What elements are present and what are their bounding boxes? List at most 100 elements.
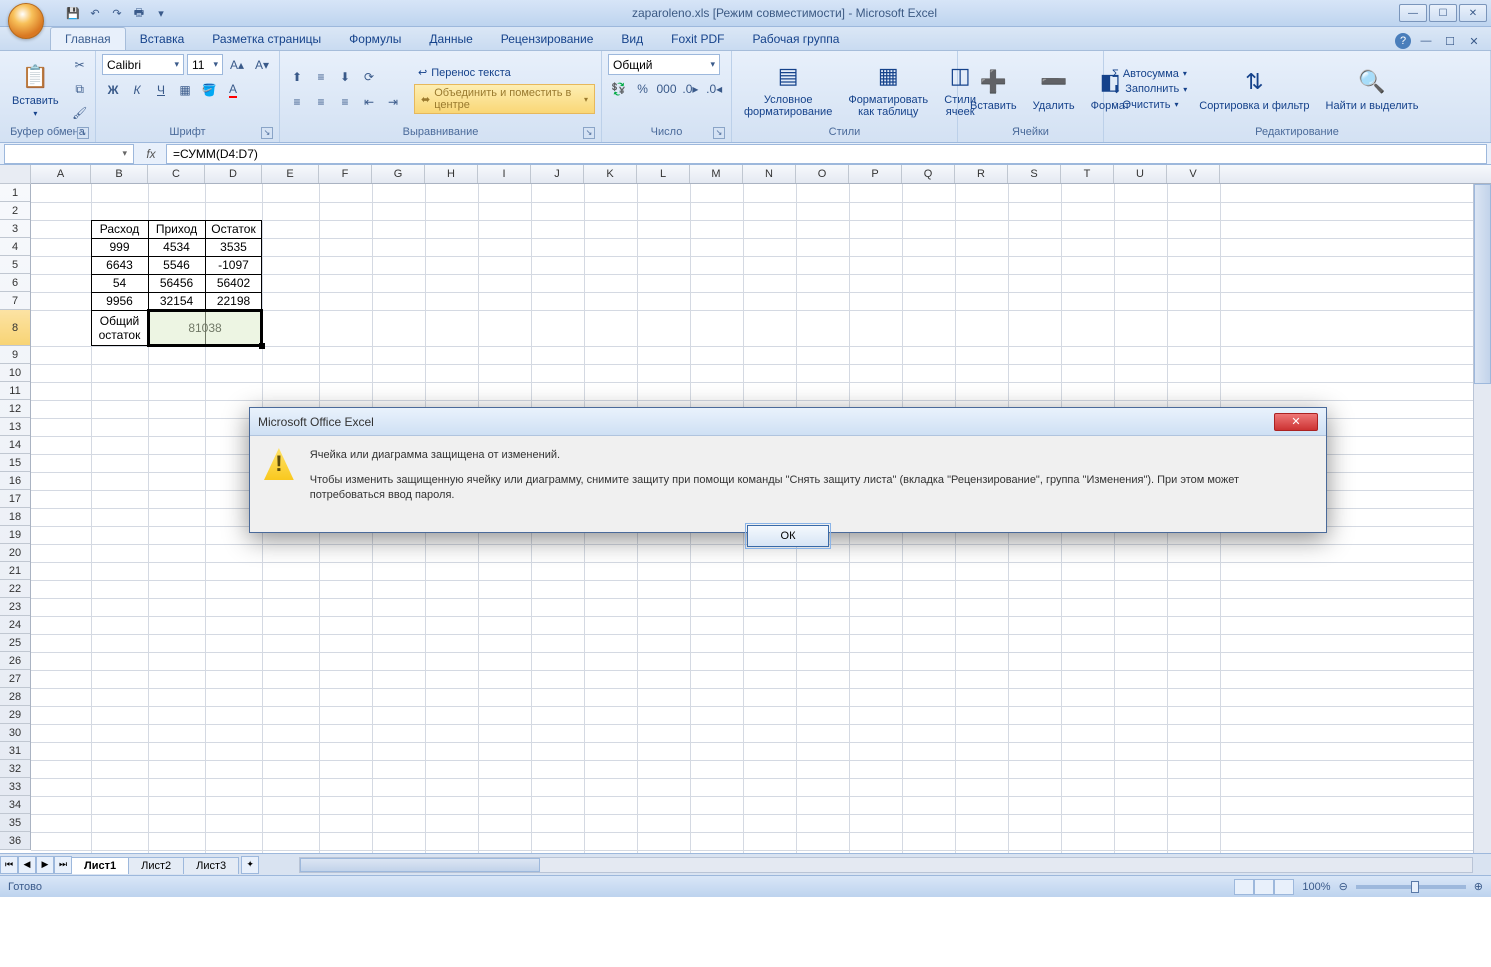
font-size-combo[interactable]: 11▾ <box>187 54 223 75</box>
close-button[interactable]: ✕ <box>1459 4 1487 22</box>
shrink-font-icon[interactable]: A▾ <box>251 54 273 76</box>
hscroll-thumb[interactable] <box>300 858 540 872</box>
row-header-34[interactable]: 34 <box>0 796 30 814</box>
formula-input[interactable] <box>166 144 1487 164</box>
wrap-text-button[interactable]: ↩Перенос текста <box>414 64 595 81</box>
indent-inc-icon[interactable]: ⇥ <box>382 91 404 113</box>
col-header-U[interactable]: U <box>1114 165 1167 183</box>
tab-formulas[interactable]: Формулы <box>335 28 415 50</box>
row-header-6[interactable]: 6 <box>0 274 30 292</box>
col-header-R[interactable]: R <box>955 165 1008 183</box>
cut-icon[interactable]: ✂ <box>69 54 91 76</box>
font-name-combo[interactable]: Calibri▾ <box>102 54 184 75</box>
sheet-first-button[interactable]: ⏮ <box>0 856 18 874</box>
col-header-L[interactable]: L <box>637 165 690 183</box>
row-header-26[interactable]: 26 <box>0 652 30 670</box>
row-header-2[interactable]: 2 <box>0 202 30 220</box>
page-break-view-button[interactable] <box>1274 879 1294 895</box>
tab-home[interactable]: Главная <box>50 27 126 50</box>
row-header-7[interactable]: 7 <box>0 292 30 310</box>
comma-icon[interactable]: 000 <box>656 78 678 100</box>
col-header-A[interactable]: A <box>31 165 91 183</box>
undo-icon[interactable]: ↶ <box>86 4 104 22</box>
format-table-button[interactable]: ▦Форматировать как таблицу <box>842 58 934 120</box>
zoom-in-button[interactable]: ⊕ <box>1474 880 1483 893</box>
row-header-13[interactable]: 13 <box>0 418 30 436</box>
row-header-15[interactable]: 15 <box>0 454 30 472</box>
window-close-icon[interactable]: ✕ <box>1465 32 1483 50</box>
minimize-button[interactable]: — <box>1399 4 1427 22</box>
sort-filter-button[interactable]: ⇅Сортировка и фильтр <box>1193 64 1315 114</box>
window-minimize-icon[interactable]: — <box>1417 32 1435 50</box>
delete-cells-button[interactable]: ➖Удалить <box>1027 64 1081 114</box>
sheet-next-button[interactable]: ▶ <box>36 856 54 874</box>
orientation-icon[interactable]: ⟳ <box>358 66 380 88</box>
zoom-slider[interactable] <box>1356 885 1466 889</box>
save-icon[interactable]: 💾 <box>64 4 82 22</box>
tab-insert[interactable]: Вставка <box>126 28 199 50</box>
col-header-S[interactable]: S <box>1008 165 1061 183</box>
insert-cells-button[interactable]: ➕Вставить <box>964 64 1023 114</box>
qat-customize-icon[interactable]: ▾ <box>152 4 170 22</box>
col-header-O[interactable]: O <box>796 165 849 183</box>
col-header-N[interactable]: N <box>743 165 796 183</box>
indent-dec-icon[interactable]: ⇤ <box>358 91 380 113</box>
print-icon[interactable]: 🖶 <box>130 4 148 22</box>
row-header-9[interactable]: 9 <box>0 346 30 364</box>
row-header-32[interactable]: 32 <box>0 760 30 778</box>
clipboard-launcher[interactable]: ↘ <box>77 127 89 139</box>
select-all-corner[interactable] <box>0 165 31 184</box>
col-header-Q[interactable]: Q <box>902 165 955 183</box>
align-launcher[interactable]: ↘ <box>583 127 595 139</box>
col-header-G[interactable]: G <box>372 165 425 183</box>
row-header-4[interactable]: 4 <box>0 238 30 256</box>
row-header-25[interactable]: 25 <box>0 634 30 652</box>
row-header-27[interactable]: 27 <box>0 670 30 688</box>
new-sheet-button[interactable]: ✦ <box>241 856 259 874</box>
row-header-3[interactable]: 3 <box>0 220 30 238</box>
paste-button[interactable]: 📋Вставить▾ <box>6 59 65 120</box>
align-bottom-icon[interactable]: ⬇ <box>334 66 356 88</box>
col-header-C[interactable]: C <box>148 165 205 183</box>
row-header-35[interactable]: 35 <box>0 814 30 832</box>
vertical-scrollbar[interactable] <box>1473 184 1491 853</box>
sheet-tab-2[interactable]: Лист2 <box>128 857 184 874</box>
font-color-icon[interactable]: A <box>222 79 244 101</box>
row-header-23[interactable]: 23 <box>0 598 30 616</box>
conditional-format-button[interactable]: ▤Условное форматирование <box>738 58 838 120</box>
align-middle-icon[interactable]: ≡ <box>310 66 332 88</box>
tab-data[interactable]: Данные <box>415 28 486 50</box>
row-header-36[interactable]: 36 <box>0 832 30 850</box>
col-header-I[interactable]: I <box>478 165 531 183</box>
zoom-out-button[interactable]: ⊖ <box>1339 880 1348 893</box>
number-format-combo[interactable]: Общий▾ <box>608 54 720 75</box>
row-header-33[interactable]: 33 <box>0 778 30 796</box>
column-headers[interactable]: ABCDEFGHIJKLMNOPQRSTUV <box>31 165 1491 184</box>
row-header-22[interactable]: 22 <box>0 580 30 598</box>
fill-color-icon[interactable]: 🪣 <box>198 79 220 101</box>
align-top-icon[interactable]: ⬆ <box>286 66 308 88</box>
bold-icon[interactable]: Ж <box>102 79 124 101</box>
find-select-button[interactable]: 🔍Найти и выделить <box>1320 64 1425 114</box>
sheet-last-button[interactable]: ⏭ <box>54 856 72 874</box>
tab-view[interactable]: Вид <box>607 28 657 50</box>
autosum-button[interactable]: ΣАвтосумма▾ <box>1110 67 1189 81</box>
col-header-D[interactable]: D <box>205 165 262 183</box>
dialog-close-button[interactable]: ✕ <box>1274 413 1318 431</box>
align-center-icon[interactable]: ≡ <box>310 91 332 113</box>
dialog-ok-button[interactable]: ОК <box>747 525 829 547</box>
col-header-M[interactable]: M <box>690 165 743 183</box>
row-header-1[interactable]: 1 <box>0 184 30 202</box>
row-header-17[interactable]: 17 <box>0 490 30 508</box>
page-layout-view-button[interactable] <box>1254 879 1274 895</box>
sheet-prev-button[interactable]: ◀ <box>18 856 36 874</box>
row-headers[interactable]: 1234567891011121314151617181920212223242… <box>0 184 31 850</box>
currency-icon[interactable]: 💱 <box>608 78 630 100</box>
tab-review[interactable]: Рецензирование <box>487 28 608 50</box>
font-launcher[interactable]: ↘ <box>261 127 273 139</box>
col-header-T[interactable]: T <box>1061 165 1114 183</box>
col-header-E[interactable]: E <box>262 165 319 183</box>
tab-workgroup[interactable]: Рабочая группа <box>738 28 853 50</box>
vscroll-thumb[interactable] <box>1474 184 1491 384</box>
maximize-button[interactable]: ☐ <box>1429 4 1457 22</box>
